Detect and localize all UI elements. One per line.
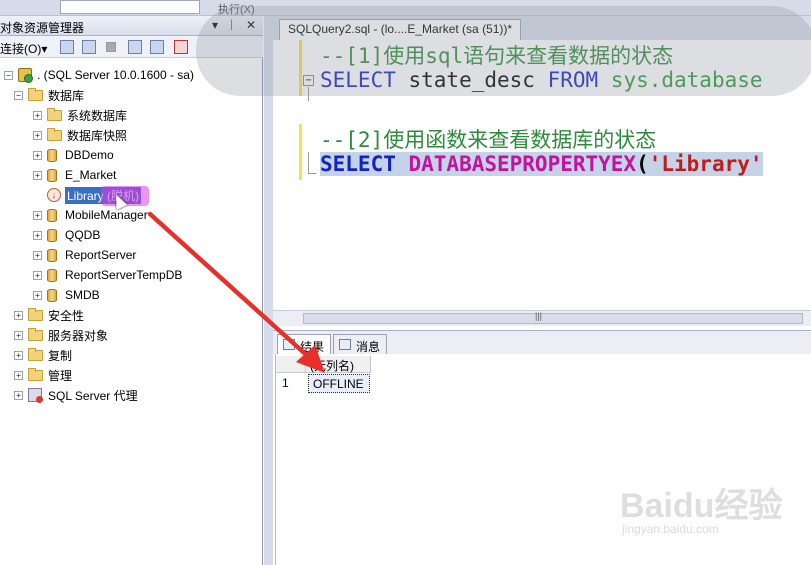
disconnect-icon[interactable] bbox=[82, 40, 96, 54]
connect-icon[interactable] bbox=[60, 40, 74, 54]
tree-item-smdb[interactable]: + SMDB bbox=[33, 286, 100, 304]
expand-icon[interactable]: + bbox=[14, 310, 23, 320]
database-icon bbox=[47, 248, 57, 262]
tree-item-e-market[interactable]: + E_Market bbox=[33, 166, 116, 184]
tree-item-mobilemanager[interactable]: + MobileManager bbox=[33, 206, 148, 224]
expand-icon[interactable]: + bbox=[14, 390, 23, 400]
database-icon bbox=[47, 228, 57, 242]
tree-item-reportservertempdb[interactable]: + ReportServerTempDB bbox=[33, 266, 182, 284]
expand-icon[interactable]: + bbox=[33, 170, 42, 180]
expand-icon[interactable]: + bbox=[33, 250, 42, 260]
filter-icon[interactable] bbox=[128, 40, 142, 54]
collapse-icon[interactable]: − bbox=[303, 75, 314, 86]
outline-line bbox=[308, 87, 309, 101]
offline-database-icon: ↓ bbox=[47, 188, 61, 202]
connect-button[interactable]: 连接(O)▾ bbox=[0, 40, 47, 57]
server-icon bbox=[18, 68, 33, 83]
execute-button[interactable]: 执行(X) bbox=[218, 1, 255, 17]
editor-horizontal-scrollbar[interactable]: ||| bbox=[273, 310, 811, 326]
database-icon bbox=[47, 288, 57, 302]
database-icon bbox=[47, 148, 57, 162]
scrollbar-thumb[interactable] bbox=[303, 313, 803, 324]
script-icon[interactable] bbox=[174, 40, 188, 54]
object-explorer-panel: 对象资源管理器 ▾ ᛁ ✕ 连接(O)▾ − . (SQL Server 10.… bbox=[0, 16, 263, 565]
code-select-1: SELECT state_desc FROM sys.database bbox=[320, 68, 763, 92]
code-comment-2: --[2]使用函数来查看数据库的状态 bbox=[320, 128, 657, 152]
tree-databases-folder[interactable]: − 数据库 bbox=[14, 86, 84, 104]
tree-server-node[interactable]: − . (SQL Server 10.0.1600 - sa) bbox=[4, 66, 194, 84]
folder-icon bbox=[47, 127, 62, 141]
tree-folder-security[interactable]: + 安全性 bbox=[14, 306, 84, 324]
tree-item-qqdb[interactable]: + QQDB bbox=[33, 226, 100, 244]
object-explorer-toolbar: 连接(O)▾ bbox=[0, 36, 263, 58]
grip-icon: ||| bbox=[535, 311, 543, 321]
tab-results[interactable]: 结果 bbox=[277, 334, 332, 355]
tree-folder-management[interactable]: + 管理 bbox=[14, 366, 72, 384]
stop-icon[interactable] bbox=[106, 42, 116, 52]
expand-icon[interactable]: + bbox=[33, 270, 42, 280]
tree-item-system-databases[interactable]: + 系统数据库 bbox=[33, 106, 127, 124]
tab-sqlquery2[interactable]: SQLQuery2.sql - (lo....E_Market (sa (51)… bbox=[279, 19, 522, 40]
refresh-icon[interactable] bbox=[150, 40, 164, 54]
folder-icon bbox=[28, 307, 43, 321]
folder-icon bbox=[28, 87, 43, 101]
row-number-header bbox=[276, 356, 306, 373]
panel-splitter[interactable] bbox=[264, 16, 273, 565]
panel-title: 对象资源管理器 bbox=[0, 21, 85, 35]
editor-gutter bbox=[273, 40, 299, 310]
result-cell[interactable]: OFFLINE bbox=[308, 374, 370, 393]
row-number: 1 bbox=[282, 376, 289, 390]
tree-item-dbdemo[interactable]: + DBDemo bbox=[33, 146, 114, 164]
database-icon bbox=[47, 168, 57, 182]
folder-icon bbox=[28, 347, 43, 361]
folder-icon bbox=[28, 367, 43, 381]
tree-item-database-snapshots[interactable]: + 数据库快照 bbox=[33, 126, 127, 144]
database-icon bbox=[47, 268, 57, 282]
editor-tabbar: SQLQuery2.sql - (lo....E_Market (sa (51)… bbox=[273, 16, 811, 40]
collapse-icon[interactable]: − bbox=[14, 90, 23, 100]
expand-icon[interactable]: + bbox=[33, 130, 42, 140]
code-select-2: SELECT DATABASEPROPERTYEX('Library' bbox=[320, 152, 763, 176]
expand-icon[interactable]: + bbox=[33, 290, 42, 300]
tree-item-reportserver[interactable]: + ReportServer bbox=[33, 246, 136, 264]
collapse-icon[interactable]: − bbox=[4, 70, 13, 80]
dropdown-icon[interactable]: ▾ bbox=[212, 18, 218, 32]
expand-icon[interactable]: + bbox=[14, 350, 23, 360]
tree-folder-sql-agent[interactable]: + SQL Server 代理 bbox=[14, 386, 138, 404]
object-explorer-titlebar: 对象资源管理器 ▾ ᛁ ✕ bbox=[0, 16, 263, 36]
expand-icon[interactable]: + bbox=[33, 150, 42, 160]
message-icon bbox=[339, 339, 351, 350]
results-tabbar: 结果 消息 bbox=[273, 330, 811, 355]
expand-icon[interactable]: + bbox=[14, 330, 23, 340]
pin-icon[interactable]: ᛁ bbox=[228, 18, 235, 32]
change-marker bbox=[299, 124, 302, 180]
expand-icon[interactable]: + bbox=[14, 370, 23, 380]
tree-folder-server-objects[interactable]: + 服务器对象 bbox=[14, 326, 108, 344]
database-select[interactable] bbox=[60, 0, 200, 14]
expand-icon[interactable]: + bbox=[33, 230, 42, 240]
expand-icon[interactable]: + bbox=[33, 110, 42, 120]
sql-agent-icon bbox=[28, 388, 43, 403]
column-header[interactable]: (无列名) bbox=[306, 356, 371, 373]
change-marker bbox=[299, 40, 302, 96]
database-icon bbox=[47, 208, 57, 222]
tree-folder-replication[interactable]: + 复制 bbox=[14, 346, 72, 364]
code-comment-1: --[1]使用sql语句来查看数据的状态 bbox=[320, 44, 674, 68]
close-icon[interactable]: ✕ bbox=[246, 18, 256, 32]
query-editor[interactable]: − --[1]使用sql语句来查看数据的状态 SELECT state_desc… bbox=[273, 40, 811, 310]
folder-icon bbox=[47, 107, 62, 121]
folder-icon bbox=[28, 327, 43, 341]
outline-line bbox=[308, 173, 316, 174]
expand-icon[interactable]: + bbox=[33, 210, 42, 220]
tab-messages[interactable]: 消息 bbox=[333, 334, 388, 355]
grid-icon bbox=[283, 339, 295, 350]
top-toolbar: 执行(X) bbox=[0, 0, 811, 16]
watermark-logo: Baidu经验 jingyan.baidu.com bbox=[620, 487, 783, 536]
outline-line bbox=[308, 152, 309, 174]
